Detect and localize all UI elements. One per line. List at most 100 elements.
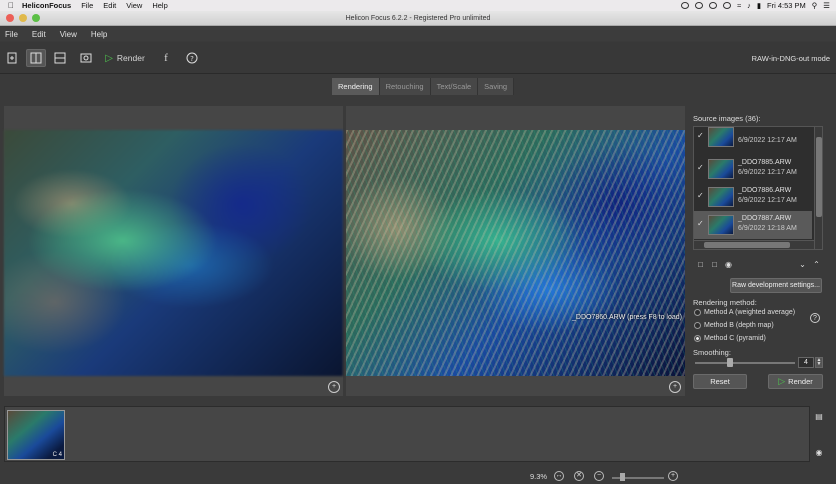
- menu-file[interactable]: File: [81, 1, 93, 10]
- window-title: Helicon Focus 6.2.2 - Registered Pro unl…: [345, 15, 491, 22]
- output-filmstrip: C 4: [4, 406, 810, 462]
- raw-development-settings-button[interactable]: Raw development settings...: [730, 278, 822, 293]
- close-window-button[interactable]: [6, 14, 14, 22]
- tray-icon-2[interactable]: [694, 2, 703, 9]
- tab-text-scale[interactable]: Text/Scale: [430, 78, 479, 95]
- macos-menu-bar:  HeliconFocus File Edit View Help ≈ ♪ ▮…: [0, 0, 836, 11]
- app-menu-help[interactable]: Help: [91, 30, 107, 39]
- minimize-window-button[interactable]: [19, 14, 27, 22]
- toolbar-render-button[interactable]: ▷ Render: [105, 49, 145, 67]
- apple-icon[interactable]: : [0, 1, 22, 10]
- move-up-icon[interactable]: ⌃: [812, 260, 821, 270]
- source-preview-panel: _DDO7860.ARW (press F8 to load) +: [346, 106, 685, 396]
- move-down-icon[interactable]: ⌄: [798, 260, 807, 270]
- tray-icon-3[interactable]: [708, 2, 717, 9]
- tab-retouching[interactable]: Retouching: [379, 78, 431, 95]
- zoom-window-button[interactable]: [32, 14, 40, 22]
- source-images-label: Source images (36):: [693, 114, 761, 123]
- method-a-radio[interactable]: Method A (weighted average): [694, 309, 795, 316]
- checkbox[interactable]: ✓: [697, 191, 704, 200]
- list-item-selected[interactable]: ✓ _DDO7887.ARW 6/9/2022 12:18 AM: [694, 211, 812, 239]
- radio-dot[interactable]: [694, 322, 701, 329]
- method-a-label: Method A (weighted average): [704, 309, 796, 316]
- smoothing-label: Smoothing:: [693, 348, 731, 357]
- reset-button[interactable]: Reset: [693, 374, 747, 389]
- search-icon[interactable]: ⚲: [812, 1, 818, 10]
- render-button[interactable]: ▷ Render: [768, 374, 823, 389]
- remove-file-icon[interactable]: □: [710, 260, 719, 270]
- horizontal-scrollbar[interactable]: [694, 240, 814, 249]
- tab-rendering[interactable]: Rendering: [332, 78, 380, 95]
- vertical-scrollbar[interactable]: [814, 127, 822, 249]
- preview-icon[interactable]: [76, 49, 96, 67]
- tab-bar: Rendering Retouching Text/Scale Saving: [332, 78, 515, 95]
- file-date: 6/9/2022 12:18 AM: [738, 225, 797, 232]
- zoom-icon[interactable]: +: [328, 381, 340, 393]
- smoothing-stepper[interactable]: ▲ ▼: [815, 357, 823, 368]
- menu-help[interactable]: Help: [152, 1, 167, 10]
- method-b-radio[interactable]: Method B (depth map): [694, 322, 774, 329]
- window-title-bar: Helicon Focus 6.2.2 - Registered Pro unl…: [0, 11, 836, 26]
- method-c-label: Method C (pyramid): [704, 335, 766, 342]
- radio-dot[interactable]: [694, 309, 701, 316]
- camera-icon[interactable]: ◉: [814, 448, 824, 458]
- menu-app-name[interactable]: HeliconFocus: [22, 1, 71, 10]
- menu-view[interactable]: View: [126, 1, 142, 10]
- app-menu-bar: File Edit View Help: [0, 27, 836, 41]
- fit-to-window-icon[interactable]: ↔: [554, 471, 564, 481]
- app-menu-view[interactable]: View: [60, 30, 77, 39]
- smoothing-value-field[interactable]: 4: [798, 357, 814, 368]
- smoothing-slider[interactable]: [695, 362, 795, 364]
- app-menu-file[interactable]: File: [5, 30, 18, 39]
- file-date: 6/9/2022 12:17 AM: [738, 137, 797, 144]
- facebook-icon[interactable]: f: [156, 49, 176, 67]
- method-c-radio[interactable]: Method C (pyramid): [694, 335, 766, 342]
- wifi-icon[interactable]: ≈: [737, 1, 741, 10]
- source-images-list[interactable]: ✓ 6/9/2022 12:17 AM ✓ _DDO7885.ARW 6/9/2…: [693, 126, 823, 250]
- scrollbar-thumb[interactable]: [816, 137, 822, 217]
- menubar-clock[interactable]: Fri 4:53 PM: [767, 1, 806, 10]
- add-file-icon[interactable]: □: [696, 260, 705, 270]
- file-date: 6/9/2022 12:17 AM: [738, 169, 797, 176]
- rendering-method-label: Rendering method:: [693, 298, 757, 307]
- battery-icon[interactable]: ▮: [757, 1, 761, 10]
- actual-size-icon[interactable]: ✕: [574, 471, 584, 481]
- smoothing-slider-handle[interactable]: [727, 358, 733, 367]
- zoom-in-icon[interactable]: +: [668, 471, 678, 481]
- checkbox[interactable]: ✓: [697, 131, 704, 140]
- help-icon[interactable]: ?: [182, 49, 202, 67]
- menu-list-icon[interactable]: ☰: [823, 1, 830, 10]
- list-item[interactable]: ✓ _DDO7885.ARW 6/9/2022 12:17 AM: [694, 155, 812, 183]
- checkbox[interactable]: ✓: [697, 163, 704, 172]
- zoom-icon[interactable]: +: [669, 381, 681, 393]
- list-item[interactable]: ✓ _DDO7886.ARW 6/9/2022 12:17 AM: [694, 183, 812, 211]
- method-help-icon[interactable]: ?: [810, 313, 820, 323]
- list-item[interactable]: ✓ 6/9/2022 12:17 AM: [694, 127, 812, 151]
- thumbnail: [708, 127, 734, 147]
- thumbnail: [708, 187, 734, 207]
- file-name: _DDO7887.ARW: [738, 215, 792, 222]
- file-date: 6/9/2022 12:17 AM: [738, 197, 797, 204]
- scrollbar-thumb[interactable]: [704, 242, 790, 248]
- method-b-label: Method B (depth map): [704, 322, 774, 329]
- source-image-caption: _DDO7860.ARW (press F8 to load): [572, 314, 682, 321]
- tab-saving[interactable]: Saving: [478, 78, 515, 95]
- zoom-slider-handle[interactable]: [620, 473, 625, 481]
- radio-dot-selected[interactable]: [694, 335, 701, 342]
- volume-icon[interactable]: ♪: [747, 1, 751, 10]
- checkbox[interactable]: ✓: [697, 219, 704, 228]
- tray-icon-4[interactable]: [722, 2, 731, 9]
- split-view-horizontal-icon[interactable]: [50, 49, 70, 67]
- output-thumbnail[interactable]: C 4: [7, 410, 65, 460]
- zoom-out-icon[interactable]: −: [594, 471, 604, 481]
- menu-edit[interactable]: Edit: [103, 1, 116, 10]
- camera-icon[interactable]: ◉: [724, 260, 733, 270]
- app-menu-edit[interactable]: Edit: [32, 30, 46, 39]
- source-image[interactable]: _DDO7860.ARW (press F8 to load): [346, 130, 685, 376]
- add-images-icon[interactable]: [2, 49, 22, 67]
- split-view-vertical-icon[interactable]: [26, 49, 46, 67]
- save-icon[interactable]: ▤: [814, 412, 824, 422]
- tray-icon-1[interactable]: [680, 2, 689, 9]
- raw-mode-label: RAW-in-DNG-out mode: [751, 54, 830, 63]
- result-image[interactable]: [4, 130, 343, 376]
